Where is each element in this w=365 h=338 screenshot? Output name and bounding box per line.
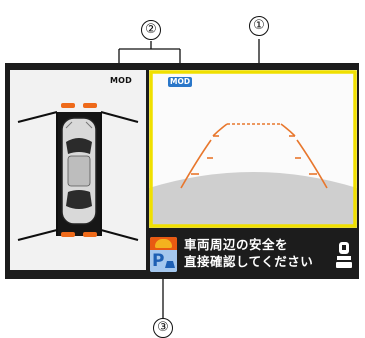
rear-left-sensor-icon	[61, 232, 75, 237]
top-view-graphic	[17, 103, 139, 241]
rear-right-sensor-icon	[83, 232, 97, 237]
front-right-sensor-icon	[83, 103, 97, 108]
car-silhouette-icon	[165, 261, 175, 268]
camera-view-panel[interactable]	[149, 70, 357, 228]
callout-3: ③	[153, 318, 173, 338]
car-top-view-icon	[61, 117, 97, 225]
person-seat-icon	[336, 242, 352, 268]
camera-view-graphic	[149, 70, 357, 228]
parking-sensor-icon[interactable]: P	[150, 237, 177, 272]
mod-label-camera-view: MOD	[168, 77, 193, 87]
top-view-panel[interactable]	[10, 70, 146, 270]
message-line-1: 車両周辺の安全を	[184, 237, 289, 252]
front-left-sensor-icon	[61, 103, 75, 108]
message-line-2: 直接確認してください	[184, 254, 314, 269]
callout-1: ①	[249, 16, 269, 36]
mod-label-top-view: MOD	[110, 76, 133, 85]
